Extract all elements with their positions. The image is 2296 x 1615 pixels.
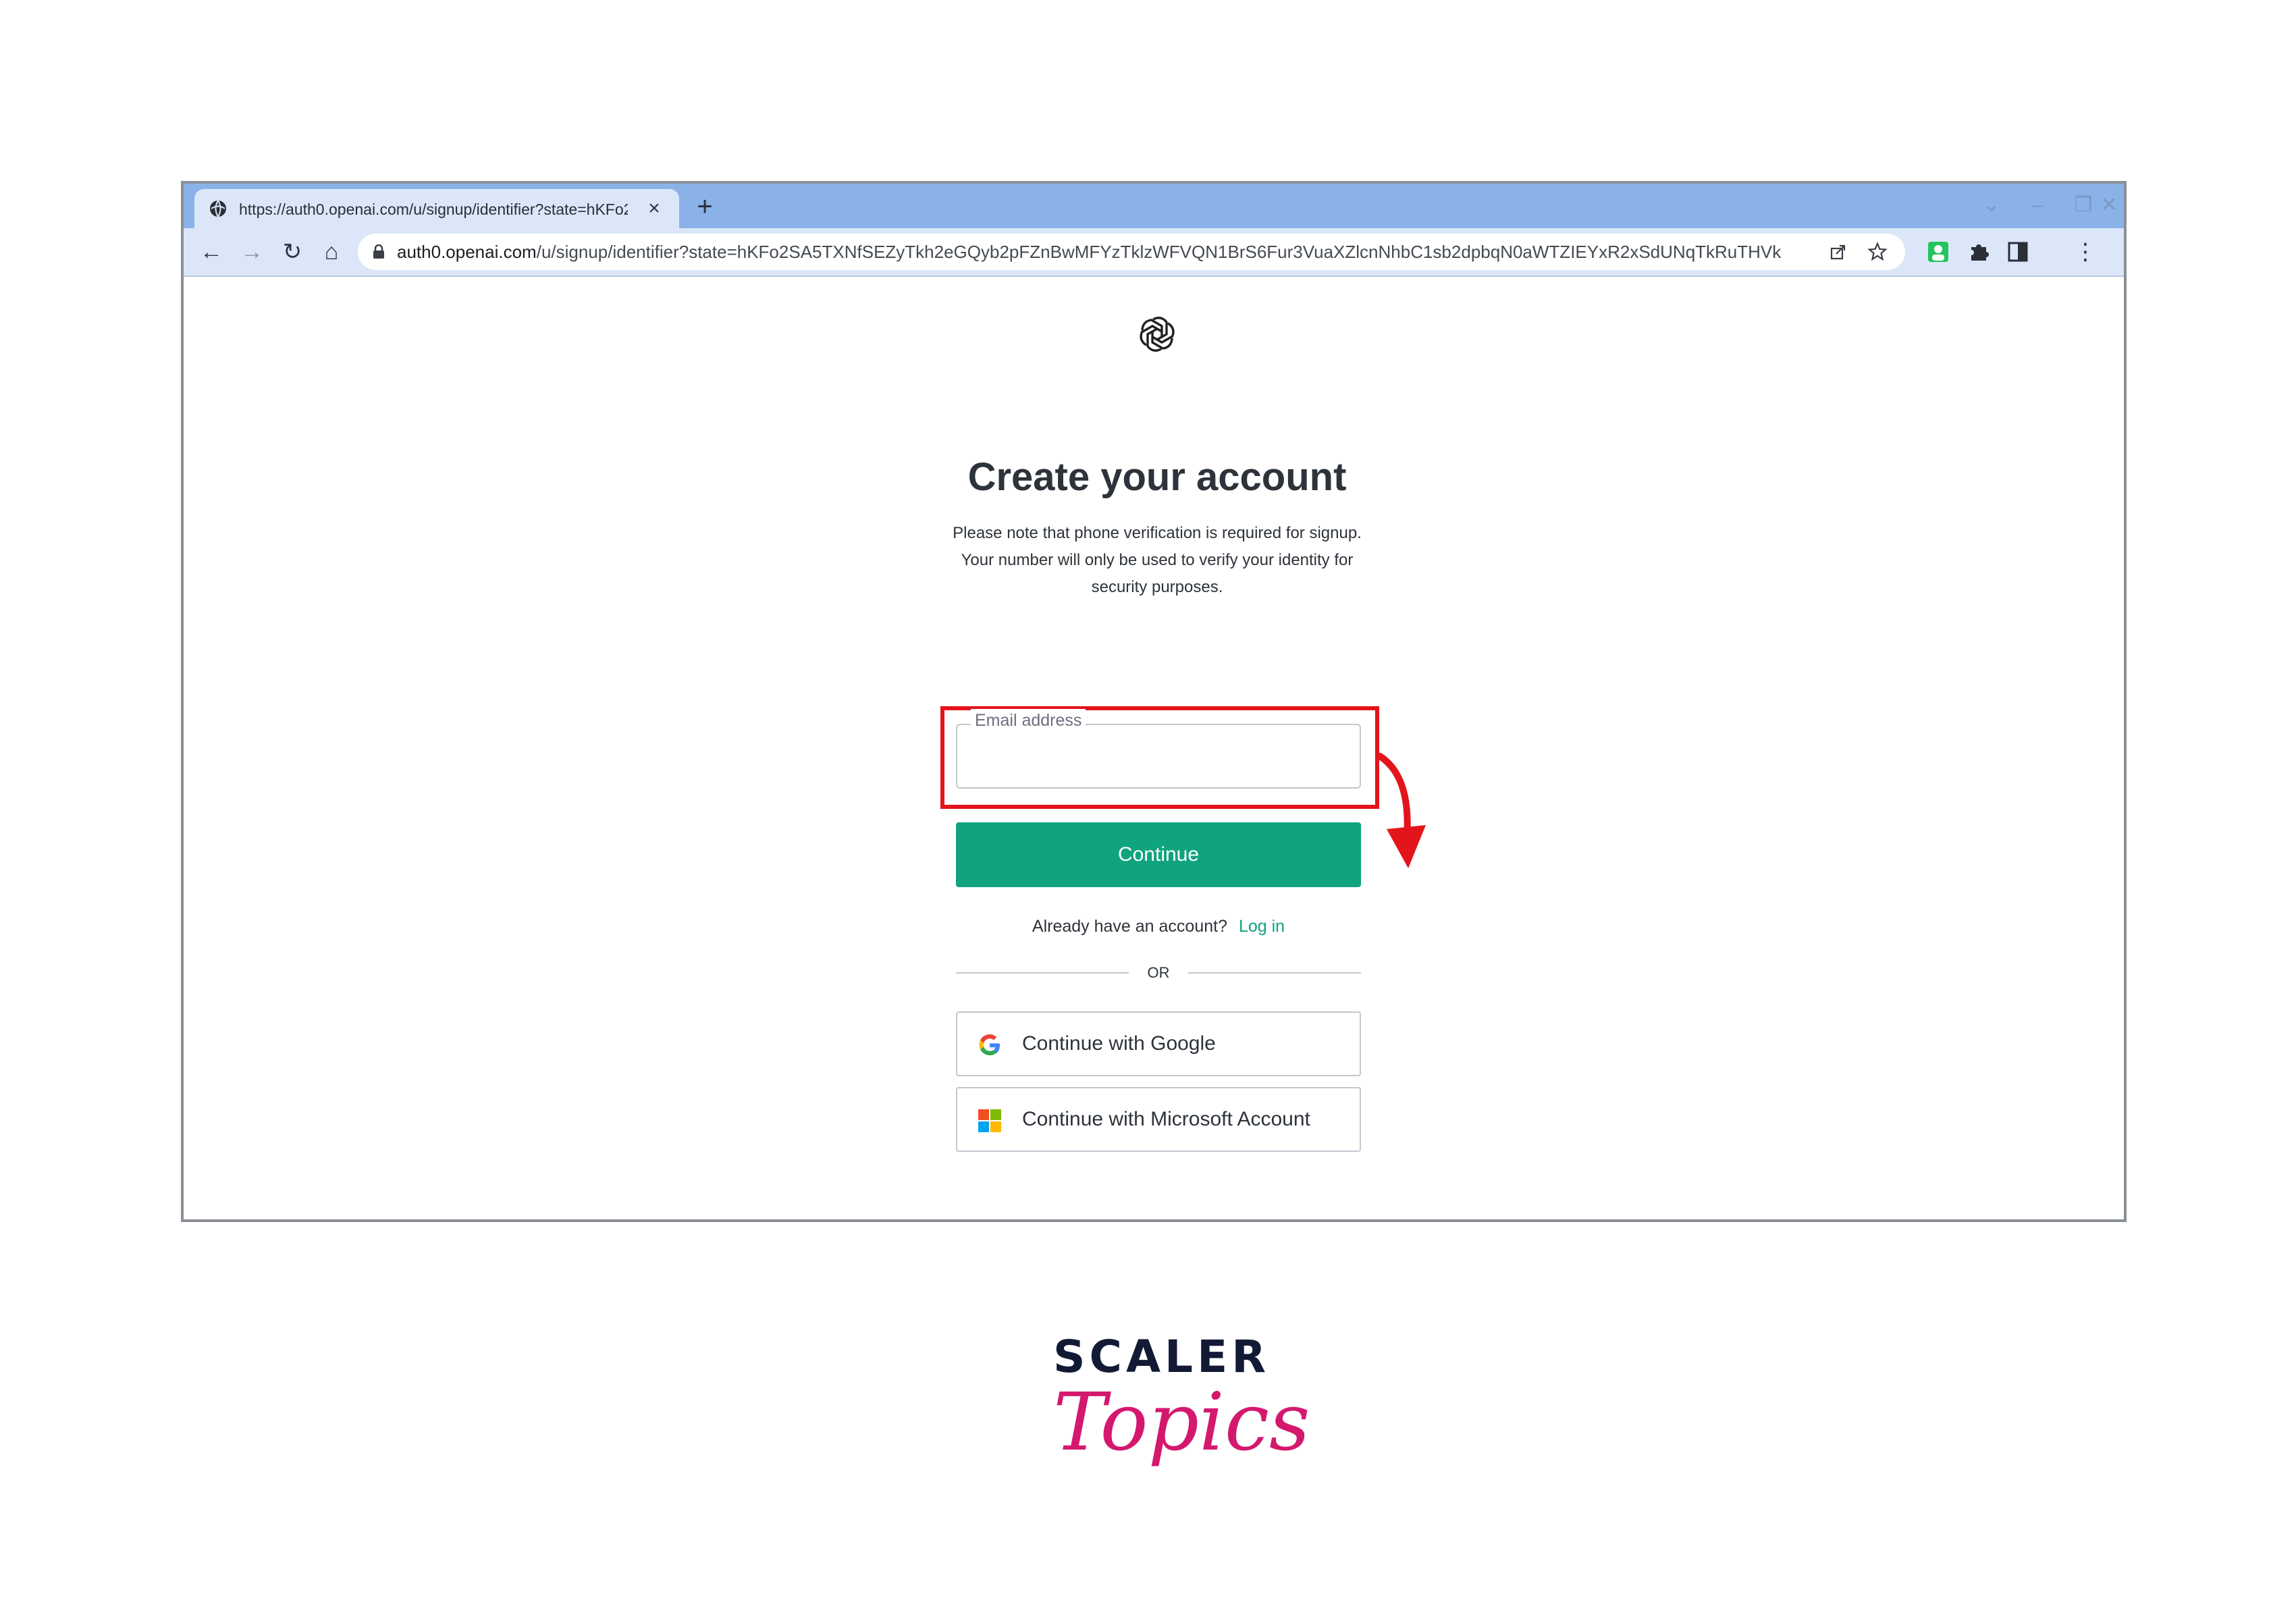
already-have-account-text: Already have an account? — [1032, 917, 1227, 936]
active-tab[interactable]: https://auth0.openai.com/u/signup/identi… — [194, 189, 679, 228]
signup-page: Create your account Please note that pho… — [184, 277, 2124, 1219]
phone-verification-notice: Please note that phone verification is r… — [953, 524, 1362, 596]
google-signin-button[interactable]: Continue with Google — [956, 1011, 1361, 1076]
microsoft-icon — [978, 1109, 1001, 1132]
restore-icon[interactable]: ❐ — [2070, 192, 2097, 219]
tab-bar: https://auth0.openai.com/u/signup/identi… — [184, 184, 2124, 228]
share-icon[interactable] — [1828, 242, 1848, 262]
url-path: /u/signup/identifier?state=hKFo2SA5TXNfS… — [536, 242, 1781, 262]
puzzle-icon[interactable] — [1967, 240, 1990, 263]
tab-close-icon[interactable]: × — [644, 198, 664, 219]
home-button[interactable]: ⌂ — [317, 238, 346, 266]
new-tab-button[interactable]: + — [691, 193, 718, 220]
tab-title: https://auth0.openai.com/u/signup/identi… — [239, 201, 628, 218]
continue-button[interactable]: Continue — [956, 822, 1361, 887]
divider-right — [1188, 972, 1361, 974]
divider-left — [956, 972, 1129, 974]
browser-toolbar: ← → ↻ ⌂ auth0.openai.com/u/signup/identi… — [184, 228, 2124, 277]
url-host: auth0.openai.com — [397, 242, 537, 262]
page-title: Create your account — [967, 455, 1347, 499]
scaler-topics-logo: SCALER Topics — [1053, 1330, 1310, 1506]
google-button-label: Continue with Google — [1022, 1032, 1216, 1055]
close-window-icon[interactable]: ✕ — [2095, 192, 2123, 219]
microsoft-button-label: Continue with Microsoft Account — [1022, 1108, 1310, 1130]
microsoft-signin-button[interactable]: Continue with Microsoft Account — [956, 1087, 1361, 1152]
email-field-label: Email address — [971, 709, 1086, 732]
browser-menu-button[interactable]: ⋮ — [2071, 238, 2100, 266]
google-icon — [979, 1034, 1000, 1055]
extension-icon[interactable] — [1927, 240, 1950, 263]
reload-button[interactable]: ↻ — [278, 238, 306, 266]
forward-button[interactable]: → — [238, 238, 266, 266]
url-text: auth0.openai.com/u/signup/identifier?sta… — [397, 234, 1781, 270]
browser-window: https://auth0.openai.com/u/signup/identi… — [181, 181, 2127, 1222]
email-field[interactable] — [956, 724, 1361, 789]
arrow-icon — [1377, 753, 1426, 868]
sidepanel-icon[interactable] — [2006, 240, 2029, 263]
or-divider-text: OR — [1147, 964, 1170, 981]
address-bar[interactable]: auth0.openai.com/u/signup/identifier?sta… — [358, 234, 1905, 270]
login-prompt: Already have an account? Log in — [956, 913, 1361, 940]
minimize-icon[interactable]: – — [2024, 192, 2051, 219]
login-link[interactable]: Log in — [1239, 917, 1285, 936]
globe-icon — [210, 200, 226, 217]
back-button[interactable]: ← — [197, 238, 225, 266]
lock-icon — [373, 244, 384, 259]
openai-logo-icon — [1140, 317, 1175, 352]
tab-search-icon[interactable]: ⌄ — [1978, 192, 2005, 219]
star-icon[interactable] — [1867, 242, 1888, 262]
brand-script: Topics — [1053, 1375, 1310, 1468]
